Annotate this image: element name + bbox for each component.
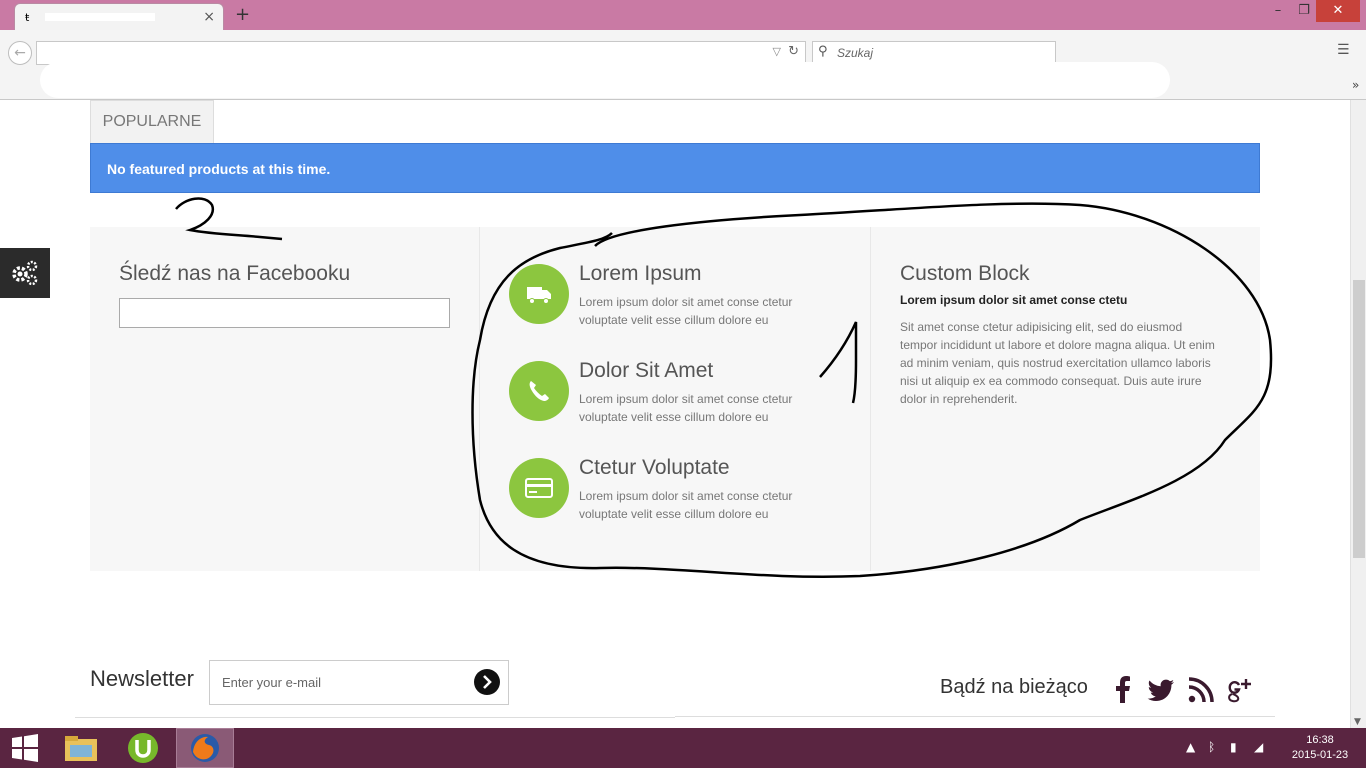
reload-icon[interactable]: ↻ [788, 44, 799, 59]
menu-icon[interactable]: ☰ [1337, 42, 1350, 58]
service-item: Ctetur Voluptate Lorem ipsum dolor sit a… [509, 456, 849, 526]
window-close-button[interactable]: ✕ [1316, 0, 1360, 22]
custom-block-text: Sit amet conse ctetur adipisicing elit, … [900, 320, 1215, 406]
newsletter-submit-button[interactable] [474, 669, 500, 695]
service-desc: Lorem ipsum dolor sit amet conse ctetur … [579, 295, 793, 327]
settings-widget[interactable] [0, 248, 50, 298]
featured-alert: No featured products at this time. [90, 143, 1260, 193]
scroll-down-arrow[interactable]: ▼ [1354, 717, 1361, 727]
page-content: POPULARNE No featured products at this t… [0, 100, 1350, 728]
service-title: Lorem Ipsum [579, 262, 702, 285]
custom-block-subtitle: Lorem ipsum dolor sit amet conse ctetu [900, 293, 1128, 307]
credit-card-icon [525, 478, 553, 498]
clock-date: 2015-01-23 [1291, 749, 1349, 761]
history-dropdown-icon[interactable]: ▽ [773, 45, 781, 58]
browser-navbar: ← ▽ ↻ ⚲ Szukaj ☰ » [0, 30, 1366, 100]
restore-button[interactable]: ❐ [1290, 0, 1318, 22]
service-icon-circle [509, 264, 569, 324]
start-button[interactable] [0, 728, 58, 768]
service-title: Dolor Sit Amet [579, 359, 714, 382]
windows-logo-icon [12, 734, 38, 762]
footer-divider [75, 717, 675, 718]
custom-block-title: Custom Block [900, 262, 1030, 285]
minimize-button[interactable]: – [1264, 0, 1292, 22]
page-scrollbar[interactable]: ▼ [1350, 100, 1366, 728]
phone-icon [529, 381, 549, 401]
service-icon-circle [509, 361, 569, 421]
taskbar-firefox[interactable] [176, 728, 234, 768]
battery-icon[interactable]: ▮ [1230, 740, 1237, 754]
facebook-widget-box [119, 298, 450, 328]
taskbar-utorrent[interactable] [114, 728, 172, 768]
redacted-area [40, 62, 1170, 98]
newsletter-placeholder: Enter your e-mail [222, 675, 321, 690]
google-plus-icon[interactable] [1224, 675, 1254, 705]
gears-icon [12, 260, 38, 286]
taskbar-file-explorer[interactable] [52, 728, 110, 768]
rss-icon[interactable] [1186, 675, 1216, 705]
windows-taskbar: ▲ ᛒ ▮ ◢ 16:38 2015-01-23 [0, 728, 1366, 768]
utorrent-icon [128, 733, 158, 763]
tab-close-icon[interactable]: × [203, 9, 215, 25]
firefox-icon [191, 734, 219, 762]
newsletter-label: Newsletter [90, 666, 194, 691]
tab-popular[interactable]: POPULARNE [90, 100, 214, 143]
footer-blocks: Śledź nas na Facebooku Lorem Ipsum Lorem… [90, 227, 1260, 571]
column-divider [479, 227, 480, 571]
bluetooth-icon[interactable]: ᛒ [1208, 740, 1215, 754]
clock-time: 16:38 [1306, 734, 1334, 746]
browser-titlebar: ŧ × + – ❐ ✕ [0, 0, 1366, 30]
new-tab-button[interactable]: + [235, 4, 250, 25]
browser-tab[interactable]: ŧ × [14, 3, 224, 30]
service-desc: Lorem ipsum dolor sit amet conse ctetur … [579, 392, 793, 424]
taskbar-clock[interactable]: 16:38 2015-01-23 [1288, 733, 1352, 763]
service-desc: Lorem ipsum dolor sit amet conse ctetur … [579, 489, 793, 521]
favicon-icon: ŧ [25, 11, 30, 24]
folder-icon [65, 736, 97, 761]
signal-icon[interactable]: ◢ [1254, 740, 1263, 754]
search-placeholder: Szukaj [837, 46, 874, 60]
bookmarks-more-icon[interactable]: » [1352, 78, 1359, 92]
stay-updated-label: Bądź na bieżąco [940, 676, 1088, 698]
truck-icon [527, 287, 551, 304]
back-button[interactable]: ← [8, 41, 32, 65]
service-item: Dolor Sit Amet Lorem ipsum dolor sit ame… [509, 359, 849, 429]
footer-divider [675, 716, 1275, 717]
scrollbar-thumb[interactable] [1353, 280, 1365, 558]
service-icon-circle [509, 458, 569, 518]
newsletter-email-input[interactable]: Enter your e-mail [209, 660, 509, 705]
facebook-title: Śledź nas na Facebooku [119, 262, 351, 285]
chevron-right-icon [483, 675, 492, 689]
twitter-icon[interactable] [1146, 675, 1176, 705]
search-icon: ⚲ [818, 44, 828, 59]
column-divider [870, 227, 871, 571]
tab-title-redacted [45, 13, 155, 21]
service-title: Ctetur Voluptate [579, 456, 730, 479]
facebook-icon[interactable] [1108, 675, 1138, 705]
tray-expand-icon[interactable]: ▲ [1186, 740, 1195, 754]
service-item: Lorem Ipsum Lorem ipsum dolor sit amet c… [509, 262, 849, 332]
